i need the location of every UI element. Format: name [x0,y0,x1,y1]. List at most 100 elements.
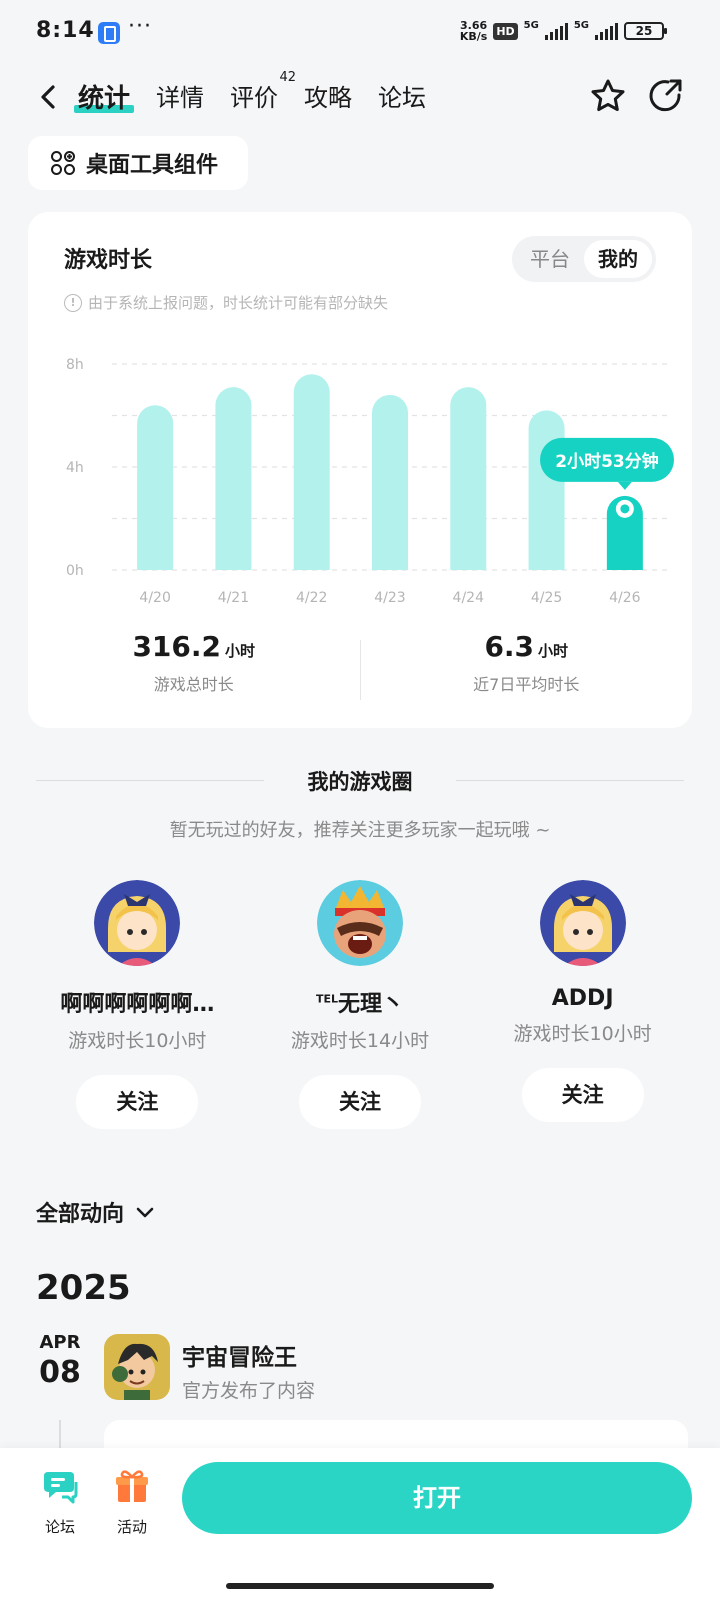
friend-playtime: 游戏时长10小时 [68,1030,207,1052]
chevron-down-icon [136,1207,154,1218]
bar [372,394,408,570]
game-icon[interactable] [104,1334,170,1400]
game-circle-title: 我的游戏圈 [307,770,413,794]
friend-card: ADDJ 游戏时长10小时 关注 [483,880,683,1129]
network-speed: 3.66 KB/s [459,19,488,43]
avg-value: 6.3 [484,630,535,663]
activity-button[interactable]: 活动 [102,1466,162,1537]
tab-details[interactable]: 详情 [156,78,204,115]
bar [528,410,565,570]
notice-text: 由于系统上报问题，时长统计可能有部分缺失 [88,294,389,312]
y-tick-label: 8h [66,357,84,373]
open-game-button[interactable]: 打开 [182,1462,692,1534]
home-indicator [226,1583,494,1589]
playtime-bar-chart: 0h 4h 8h 4/20 4/21 4/22 4/23 4/24 4/25 4/26 2小时53分… [66,357,674,606]
post-subtitle: 官方发布了内容 [182,1380,316,1402]
signal-2-label: 5G [573,20,589,31]
bar [215,387,252,570]
bar-tooltip-text: 2小时53分钟 [555,451,659,472]
tab-stats[interactable]: 统计 [73,78,135,115]
friend-name-text: 无理丶 [337,992,404,1017]
forum-icon [44,1472,78,1504]
info-icon: ! [64,293,82,312]
total-value: 316.2 [132,630,222,663]
x-tick-label: 4/21 [218,590,249,606]
clock: 8:14 [36,18,95,43]
friend-name-prefix: TEL [315,992,338,1006]
tab-reviews-label: 评价 [230,84,279,112]
friend-card: TEL无理丶 游戏时长14小时 关注 [260,880,460,1129]
feed-filter-label: 全部动向 [36,1202,125,1227]
total-unit: 小时 [225,642,256,660]
x-tick-label: 4/22 [296,590,327,606]
follow-button[interactable]: 关注 [298,1075,421,1129]
reviews-count-badge: 42 [279,70,297,85]
tab-forum[interactable]: 论坛 [378,78,426,115]
game-circle-subtitle: 暂无玩过的好友，推荐关注更多玩家一起玩哦 ~ [169,820,551,841]
follow-button[interactable]: 关注 [521,1068,644,1122]
x-tick-label: 4/26 [609,590,641,606]
friend-playtime: 游戏时长10小时 [513,1023,652,1045]
friend-name: TEL无理丶 [260,986,460,1018]
game-circle-header: 我的游戏圈 [36,760,684,800]
total-label: 游戏总时长 [153,675,234,694]
signal-1-icon [544,22,568,40]
x-tick-label: 4/23 [374,590,405,606]
playtime-notice: ! 由于系统上报问题，时长统计可能有部分缺失 [64,292,388,313]
app-indicator-icon [98,22,120,44]
x-tick-label: 4/20 [139,590,170,606]
desktop-widget-button[interactable]: 桌面工具组件 [28,136,248,190]
more-notifications-icon: ··· [128,14,152,39]
signal-1-label: 5G [523,20,539,31]
activity-label: 活动 [116,1518,147,1536]
bar [137,405,174,570]
friend-card: 啊啊啊啊啊啊… 游戏时长10小时 关注 [37,880,237,1129]
segment-mine[interactable]: 我的 [584,240,652,278]
y-tick-label: 0h [66,563,84,579]
status-bar: 8:14 ··· 3.66 KB/s HD 5G 5G 25 [0,0,720,68]
avatar[interactable] [539,880,626,966]
segment-platform[interactable]: 平台 [516,240,584,278]
average-playtime: 6.3 小时 近7日平均时长 [361,630,693,710]
post-day: 08 [39,1355,81,1390]
playtime-title: 游戏时长 [64,248,153,273]
x-tick-label: 4/24 [453,590,485,606]
forum-label: 论坛 [44,1518,75,1536]
friend-name: 啊啊啊啊啊啊… [60,992,215,1017]
hd-icon: HD [493,22,518,40]
total-playtime: 316.2 小时 游戏总时长 [28,630,360,710]
bar-tooltip-pointer [617,481,632,490]
tab-guides[interactable]: 攻略 [304,78,352,115]
widget-grid-icon [51,151,75,175]
battery-icon: 25 [624,22,667,40]
feed-filter-dropdown[interactable]: 全部动向 [36,1196,156,1228]
friend-list: 啊啊啊啊啊啊… 游戏时长10小时 关注 TEL无理丶 游戏时长14小时 关注 A… [0,880,720,1129]
signal-2-icon [595,22,618,40]
bottom-bar: 论坛 活动 打开 [0,1448,720,1600]
bar [293,374,330,570]
gift-icon [116,1470,148,1502]
friend-name: ADDJ [551,986,614,1011]
feed-year: 2025 [36,1268,131,1308]
avatar[interactable] [94,880,181,966]
post-month: APR [39,1332,81,1353]
y-tick-label: 4h [66,460,84,476]
bar [450,387,487,570]
tab-reviews[interactable]: 评价 42 [230,70,296,115]
avg-unit: 小时 [538,642,569,660]
playtime-card: 游戏时长 平台 我的 ! 由于系统上报问题，时长统计可能有部分缺失 0h 4h 8h… [28,212,692,728]
bar-marker-dot [620,504,630,514]
share-icon[interactable] [646,76,686,116]
friend-playtime: 游戏时长14小时 [290,1030,430,1052]
forum-button[interactable]: 论坛 [30,1466,90,1537]
x-tick-label: 4/25 [531,590,562,606]
avg-label: 近7日平均时长 [473,675,580,694]
favorite-star-icon[interactable] [588,76,628,116]
top-nav: 统计 详情 评价 42 攻略 论坛 [0,68,720,132]
avatar[interactable] [316,880,403,966]
back-arrow-icon[interactable] [34,82,64,112]
desktop-widget-label: 桌面工具组件 [86,153,219,178]
post-title[interactable]: 宇宙冒险王 [182,1338,297,1372]
playtime-segment-control: 平台 我的 [512,236,656,282]
follow-button[interactable]: 关注 [76,1075,199,1129]
